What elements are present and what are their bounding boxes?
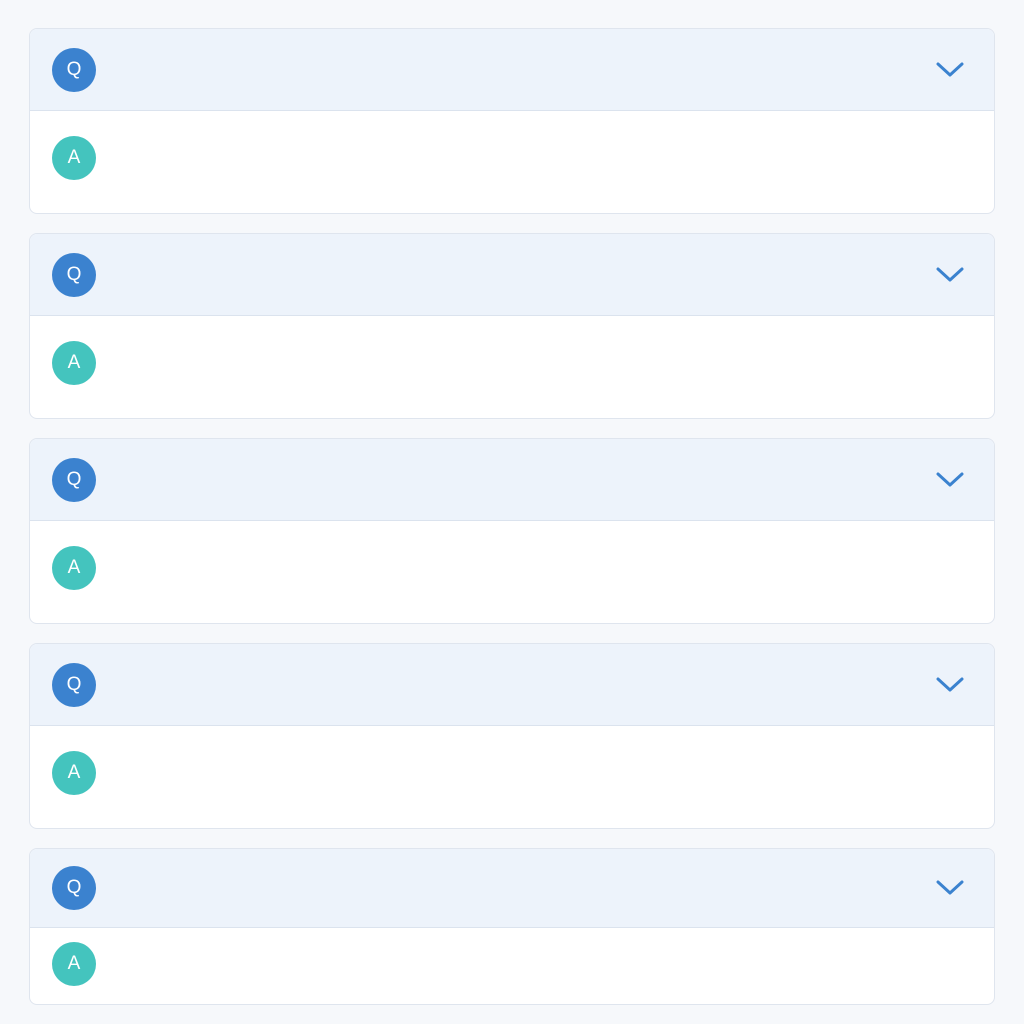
chevron-down-icon[interactable]	[934, 468, 966, 492]
question-badge: Q	[52, 866, 96, 910]
faq-item: Q A	[29, 438, 995, 624]
faq-item: Q A	[29, 28, 995, 214]
chevron-down-icon[interactable]	[934, 263, 966, 287]
faq-question-header[interactable]: Q	[30, 849, 994, 928]
chevron-down-icon[interactable]	[934, 58, 966, 82]
faq-answer: A	[30, 521, 994, 619]
faq-answer: A	[30, 726, 994, 824]
faq-answer: A	[30, 316, 994, 414]
faq-list: Q A Q A Q A Q A Q A	[29, 28, 995, 1005]
question-badge: Q	[52, 457, 96, 502]
chevron-down-icon[interactable]	[934, 673, 966, 697]
answer-badge: A	[52, 341, 96, 385]
faq-question-header[interactable]: Q	[30, 439, 994, 521]
faq-question-header[interactable]: Q	[30, 644, 994, 726]
faq-answer: A	[30, 111, 994, 209]
question-badge: Q	[52, 662, 96, 707]
answer-badge: A	[52, 136, 96, 180]
question-badge: Q	[52, 47, 96, 92]
faq-answer: A	[30, 928, 994, 1003]
question-badge: Q	[52, 252, 96, 297]
answer-badge: A	[52, 546, 96, 590]
chevron-down-icon[interactable]	[934, 876, 966, 900]
answer-badge: A	[52, 751, 96, 795]
faq-question-header[interactable]: Q	[30, 29, 994, 111]
faq-item: Q A	[29, 233, 995, 419]
answer-badge: A	[52, 941, 96, 986]
faq-item: Q A	[29, 848, 995, 1005]
faq-item: Q A	[29, 643, 995, 829]
faq-question-header[interactable]: Q	[30, 234, 994, 316]
